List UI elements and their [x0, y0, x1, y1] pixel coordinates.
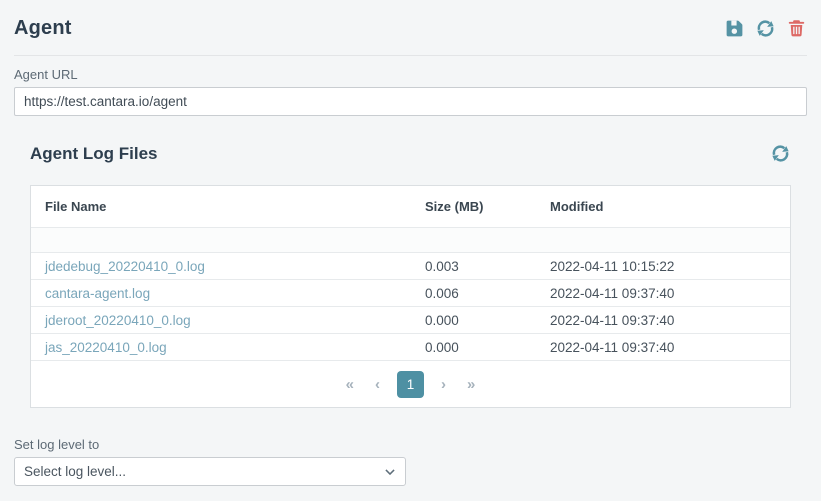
table-row: jas_20220410_0.log 0.000 2022-04-11 09:3… — [31, 334, 790, 361]
log-file-link[interactable]: jderoot_20220410_0.log — [45, 313, 191, 328]
set-log-level-label: Set log level to — [14, 437, 807, 452]
delete-button[interactable] — [786, 18, 807, 39]
file-modified: 2022-04-11 10:15:22 — [550, 259, 790, 274]
log-file-link[interactable]: jdedebug_20220410_0.log — [45, 259, 205, 274]
pagination: « ‹ 1 › » — [31, 361, 790, 407]
agent-url-input[interactable] — [14, 87, 807, 116]
refresh-icon — [755, 18, 776, 39]
log-file-link[interactable]: cantara-agent.log — [45, 286, 150, 301]
table-row: jderoot_20220410_0.log 0.000 2022-04-11 … — [31, 307, 790, 334]
agent-url-label: Agent URL — [14, 67, 807, 82]
table-filter-row — [31, 228, 790, 253]
header-divider — [14, 55, 807, 56]
column-header-size: Size (MB) — [425, 199, 550, 214]
file-modified: 2022-04-11 09:37:40 — [550, 286, 790, 301]
pagination-last-button[interactable]: » — [463, 374, 479, 395]
toolbar — [724, 18, 807, 39]
page-title: Agent — [14, 17, 72, 40]
pagination-prev-button[interactable]: ‹ — [371, 374, 384, 395]
table-header-row: File Name Size (MB) Modified — [31, 186, 790, 228]
file-modified: 2022-04-11 09:37:40 — [550, 340, 790, 355]
column-header-modified: Modified — [550, 199, 790, 214]
log-file-link[interactable]: jas_20220410_0.log — [45, 340, 167, 355]
pagination-first-button[interactable]: « — [342, 374, 358, 395]
refresh-button[interactable] — [755, 18, 776, 39]
log-files-table: File Name Size (MB) Modified jdedebug_20… — [30, 185, 791, 408]
pagination-next-button[interactable]: › — [437, 374, 450, 395]
refresh-log-files-button[interactable] — [770, 143, 791, 164]
save-icon — [724, 18, 745, 39]
log-level-select[interactable]: Select log level... — [14, 457, 406, 486]
file-size: 0.003 — [425, 259, 550, 274]
save-button[interactable] — [724, 18, 745, 39]
agent-page: Agent — [0, 0, 821, 486]
refresh-icon — [770, 143, 791, 164]
file-modified: 2022-04-11 09:37:40 — [550, 313, 790, 328]
file-size: 0.006 — [425, 286, 550, 301]
pagination-page-1-button[interactable]: 1 — [397, 371, 424, 398]
table-row: cantara-agent.log 0.006 2022-04-11 09:37… — [31, 280, 790, 307]
file-size: 0.000 — [425, 340, 550, 355]
file-size: 0.000 — [425, 313, 550, 328]
log-level-select-wrap: Select log level... — [14, 457, 406, 486]
table-row: jdedebug_20220410_0.log 0.003 2022-04-11… — [31, 253, 790, 280]
agent-log-files-section: Agent Log Files File Name Size (MB) Modi… — [30, 143, 791, 408]
page-header: Agent — [14, 14, 807, 42]
trash-icon — [786, 18, 807, 39]
section-title: Agent Log Files — [30, 144, 158, 164]
column-header-file-name: File Name — [31, 199, 425, 214]
section-header: Agent Log Files — [30, 143, 791, 164]
